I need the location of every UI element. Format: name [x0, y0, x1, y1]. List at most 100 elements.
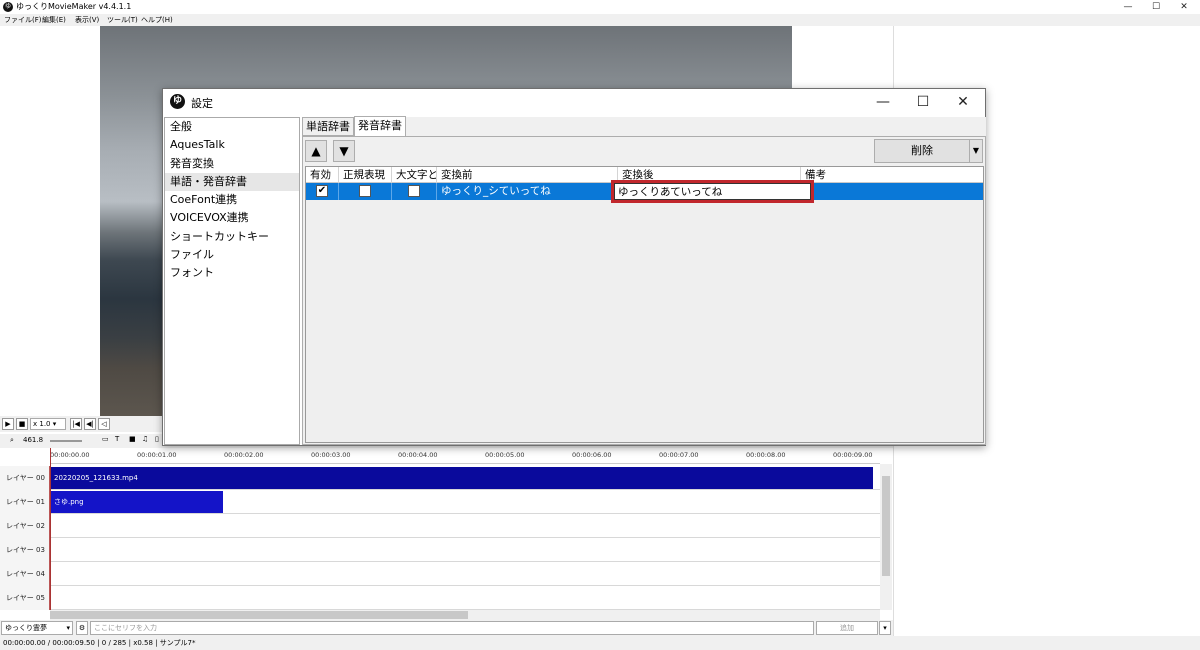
menu-bar: ファイル(F) 編集(E) 表示(V) ツール(T) ヘルプ(H) [0, 14, 1200, 26]
skip-start-icon[interactable]: |◀ [70, 418, 82, 430]
scroll-thumb[interactable] [882, 476, 890, 576]
dialog-maximize-button[interactable]: ☐ [903, 91, 943, 113]
play-icon[interactable]: ▶ [2, 418, 14, 430]
zoom-icon: ⌕ [10, 436, 14, 444]
add-button[interactable]: 追加 [816, 621, 878, 635]
menu-tools[interactable]: ツール(T) [107, 15, 138, 25]
ruler-label: 00:00:04.00 [398, 451, 438, 459]
layer-label: レイヤー 03 [0, 538, 50, 562]
ruler-label: 00:00:08.00 [746, 451, 786, 459]
ruler-label: 00:00:06.00 [572, 451, 612, 459]
column-header[interactable]: 変換前 [437, 167, 618, 183]
highlight-box [611, 180, 814, 203]
ruler-label: 00:00:00.00 [50, 451, 90, 459]
ruler-label: 00:00:05.00 [485, 451, 525, 459]
music-icon[interactable]: ♫ [142, 435, 148, 443]
layer-row[interactable]: レイヤー 00 20220205_121633.mp4 [0, 466, 880, 490]
layer-label: レイヤー 00 [0, 466, 50, 490]
enabled-checkbox[interactable]: ✔ [316, 185, 328, 197]
before-cell[interactable]: ゆっくり_シていってね [437, 183, 618, 200]
chevron-down-icon: ▾ [66, 624, 70, 632]
speech-icon[interactable]: ▭ [102, 435, 109, 443]
minimize-button[interactable]: — [1114, 0, 1142, 14]
layer-label: レイヤー 04 [0, 562, 50, 586]
nav-item-file[interactable]: ファイル [165, 246, 299, 264]
voice-settings-icon[interactable]: ⚙ [76, 621, 88, 635]
video-clip[interactable]: 20220205_121633.mp4 [51, 467, 873, 489]
layer-label: レイヤー 01 [0, 490, 50, 514]
status-text: 00:00:00.00 / 00:00:09.50 | 0 / 285 | x0… [3, 639, 196, 647]
app-logo-icon: ゆ [3, 2, 13, 12]
zoom-slider[interactable] [50, 440, 82, 442]
after-input[interactable] [614, 183, 811, 200]
nav-item-general[interactable]: 全般 [165, 118, 299, 136]
speed-select[interactable]: x 1.0 ▾ [30, 418, 66, 430]
column-header[interactable]: 大文字と [392, 167, 437, 183]
column-header[interactable]: 正規表現 [339, 167, 392, 183]
dictionary-grid: 有効 正規表現 大文字と 変換前 変換後 備考 ✔ ゆっくり_シていってね [305, 166, 984, 443]
move-up-button[interactable]: ▲ [305, 140, 327, 162]
step-back-icon[interactable]: ◀| [84, 418, 96, 430]
nav-item-pronunciation[interactable]: 発音変換 [165, 155, 299, 173]
menu-help[interactable]: ヘルプ(H) [141, 15, 173, 25]
playhead[interactable] [50, 448, 51, 610]
app-logo-icon: ゆ [170, 94, 185, 109]
nav-item-shortcut[interactable]: ショートカットキー [165, 228, 299, 246]
menu-file[interactable]: ファイル(F) [4, 15, 42, 25]
menu-view[interactable]: 表示(V) [75, 15, 99, 25]
zoom-value: 461.8 [23, 436, 44, 444]
enabled-cell: ✔ [306, 183, 339, 200]
note-cell[interactable] [801, 183, 983, 200]
chevron-down-icon[interactable]: ▼ [969, 139, 983, 163]
chevron-down-icon[interactable]: ▾ [879, 621, 891, 635]
timeline-horizontal-scrollbar[interactable] [50, 610, 880, 620]
nav-item-aquestalk[interactable]: AquesTalk [165, 136, 299, 154]
regex-cell [339, 183, 392, 200]
menu-edit[interactable]: 編集(E) [42, 15, 66, 25]
layer-row[interactable]: レイヤー 04 [0, 562, 880, 586]
maximize-button[interactable]: ☐ [1142, 0, 1170, 14]
move-down-button[interactable]: ▼ [333, 140, 355, 162]
layer-label: レイヤー 05 [0, 586, 50, 610]
case-checkbox[interactable] [408, 185, 420, 197]
ruler-label: 00:00:09.00 [833, 451, 873, 459]
delete-button[interactable]: 削除 [874, 139, 970, 163]
image-icon[interactable]: ▯ [155, 435, 159, 443]
tab-pronunciation-dictionary[interactable]: 発音辞書 [354, 116, 406, 137]
dialog-minimize-button[interactable]: — [863, 91, 903, 113]
case-cell [392, 183, 437, 200]
nav-item-voicevox[interactable]: VOICEVOX連携 [165, 209, 299, 227]
stop-icon[interactable]: ■ [16, 418, 28, 430]
tab-panel: ▲ ▼ 削除 ▼ 有効 正規表現 大文字と 変換前 変換後 備考 ✔ ゆっくり_… [302, 136, 986, 445]
layer-row[interactable]: レイヤー 03 [0, 538, 880, 562]
layer-row[interactable]: レイヤー 01 さゆ.png [0, 490, 880, 514]
speed-value: x 1.0 [33, 420, 51, 428]
scroll-thumb[interactable] [50, 611, 468, 619]
layer-row[interactable]: レイヤー 05 [0, 586, 880, 610]
speaker-select[interactable]: ゆっくり霊夢 ▾ [1, 621, 73, 635]
nav-item-font[interactable]: フォント [165, 264, 299, 282]
ruler-label: 00:00:07.00 [659, 451, 699, 459]
nav-item-coefont[interactable]: CoeFont連携 [165, 191, 299, 209]
settings-dialog: ゆ 設定 — ☐ ✕ 全般 AquesTalk 発音変換 単語・発音辞書 Coe… [162, 88, 986, 446]
tab-word-dictionary[interactable]: 単語辞書 [302, 117, 354, 136]
image-clip[interactable]: さゆ.png [51, 491, 223, 513]
playback-bar: ▶ ■ x 1.0 ▾ |◀ ◀| ◁ [0, 416, 163, 432]
layer-label: レイヤー 02 [0, 514, 50, 538]
app-title: ゆっくりMovieMaker v4.4.1.1 [16, 2, 132, 11]
serif-input[interactable]: ここにセリフを入力 [90, 621, 814, 635]
close-button[interactable]: ✕ [1170, 0, 1198, 14]
table-row[interactable]: ✔ ゆっくり_シていってね [306, 180, 983, 203]
volume-icon[interactable]: ◁ [98, 418, 110, 430]
speaker-name: ゆっくり霊夢 [5, 624, 47, 632]
dialog-close-button[interactable]: ✕ [943, 91, 983, 113]
regex-checkbox[interactable] [359, 185, 371, 197]
timeline-vertical-scrollbar[interactable] [880, 464, 892, 610]
text-icon[interactable]: T [115, 435, 119, 443]
column-header[interactable]: 有効 [306, 167, 339, 183]
timeline-ruler[interactable]: 00:00:00.00 00:00:01.00 00:00:02.00 00:0… [50, 448, 880, 464]
column-header[interactable]: 備考 [801, 167, 983, 183]
layer-row[interactable]: レイヤー 02 [0, 514, 880, 538]
video-icon[interactable]: ■ [129, 435, 136, 443]
nav-item-dictionary[interactable]: 単語・発音辞書 [165, 172, 299, 192]
